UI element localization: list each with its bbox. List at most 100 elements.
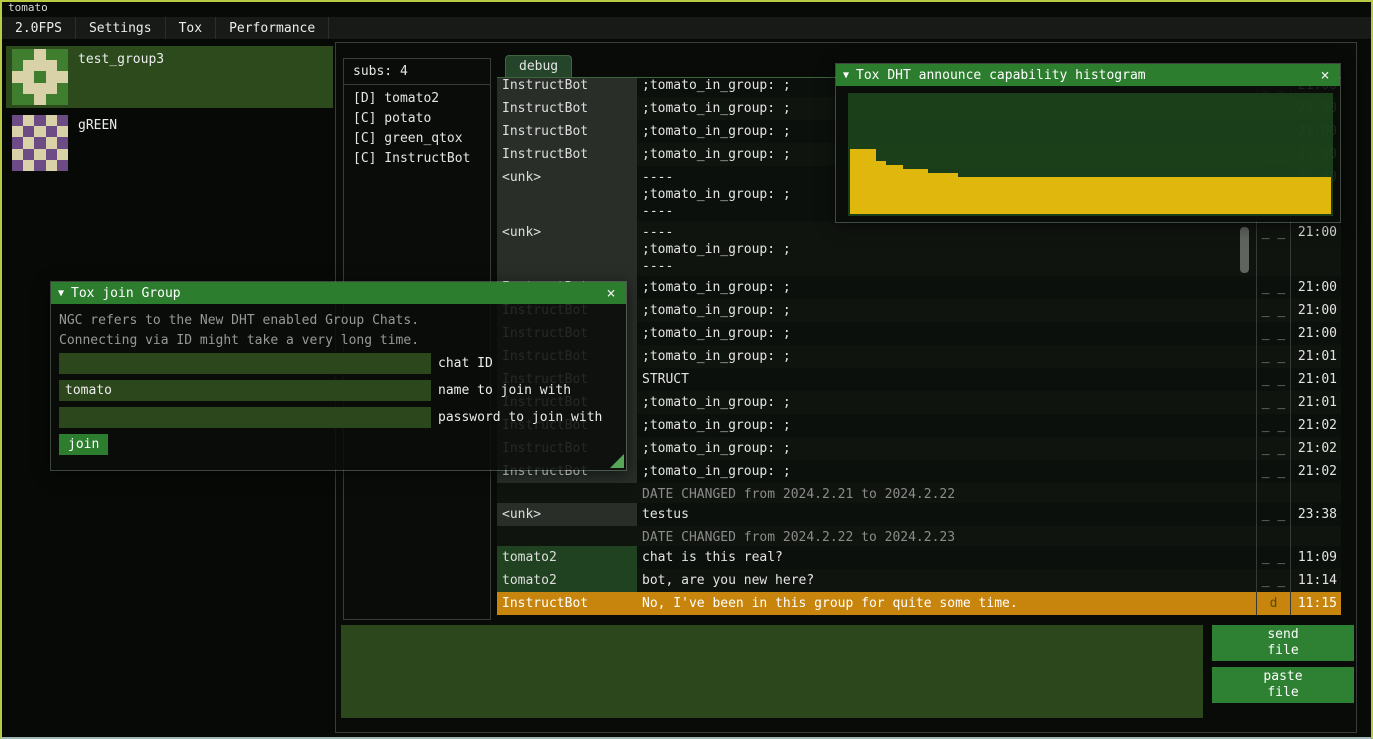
group-item-green[interactable]: gREEN (6, 112, 333, 174)
dht-histogram-plot (848, 93, 1333, 216)
group-avatar (12, 115, 68, 171)
date-separator-row[interactable]: DATE CHANGED from 2024.2.22 to 2024.2.23 (497, 526, 1341, 546)
message-flags: _ _ (1256, 569, 1291, 592)
message-line: testus (642, 506, 1256, 523)
message-flags: _ _ (1256, 546, 1291, 569)
message-text: ;tomato_in_group: ; (637, 299, 1256, 322)
subs-separator (344, 84, 490, 85)
join-field-label: password to join with (438, 410, 602, 425)
chat-message-row[interactable]: <unk>testus_ _23:38 (497, 503, 1341, 526)
message-line: STRUCT (642, 371, 1256, 388)
message-line: ;tomato_in_group: ; (642, 440, 1256, 457)
group-list: test_group3 gREEN (2, 46, 335, 174)
dht-histogram-titlebar[interactable]: ▼ Tox DHT announce capability histogram … (836, 64, 1340, 86)
message-text: ;tomato_in_group: ; (637, 345, 1256, 368)
message-line: ;tomato_in_group: ; (642, 279, 1256, 296)
join-field-label: name to join with (438, 383, 571, 398)
join-group-titlebar[interactable]: ▼ Tox join Group × (51, 282, 626, 304)
join-input-chat-id[interactable] (59, 353, 431, 374)
close-icon[interactable]: × (603, 284, 619, 302)
join-input-name-to-join-with[interactable]: tomato (59, 380, 431, 401)
subs-count-label: subs: 4 (353, 64, 408, 79)
group-item-test-group3[interactable]: test_group3 (6, 46, 333, 108)
message-line: No, I've been in this group for quite so… (642, 595, 1256, 612)
join-button[interactable]: join (59, 434, 108, 455)
join-info-line-1: NGC refers to the New DHT enabled Group … (59, 312, 419, 329)
dht-histogram-body (836, 86, 1340, 222)
member-item-c-green-qtox[interactable]: [C] green_qtox (344, 129, 490, 149)
menu-item-2-0fps[interactable]: 2.0FPS (2, 17, 76, 39)
message-flags: d (1256, 592, 1291, 615)
message-flags (1256, 526, 1291, 546)
message-time: 21:00 (1291, 299, 1341, 322)
close-icon[interactable]: × (1317, 66, 1333, 84)
message-flags: _ _ (1256, 345, 1291, 368)
join-fields: chat ID tomato name to join with password t… (59, 353, 602, 434)
message-flags: _ _ (1256, 322, 1291, 345)
dht-histogram-title: Tox DHT announce capability histogram (856, 68, 1146, 83)
chat-message-row[interactable]: tomato2chat is this real?_ _11:09 (497, 546, 1341, 569)
message-text: ;tomato_in_group: ; (637, 391, 1256, 414)
message-time: 21:02 (1291, 437, 1341, 460)
chat-scrollbar[interactable] (1240, 227, 1249, 273)
message-line: ;tomato_in_group: ; (642, 302, 1256, 319)
join-field-label: chat ID (438, 356, 493, 371)
join-group-window: ▼ Tox join Group × NGC refers to the New… (50, 281, 627, 471)
message-time: 21:01 (1291, 368, 1341, 391)
message-time: 23:38 (1291, 503, 1341, 526)
message-flags: _ _ (1256, 368, 1291, 391)
message-time: 21:01 (1291, 391, 1341, 414)
resize-grip[interactable] (610, 454, 624, 468)
message-flags: _ _ (1256, 460, 1291, 483)
menu-item-tox[interactable]: Tox (166, 17, 216, 39)
member-item-d-tomato2[interactable]: [D] tomato2 (344, 89, 490, 109)
message-line: ;tomato_in_group: ; (642, 394, 1256, 411)
menu-item-performance[interactable]: Performance (216, 17, 329, 39)
date-text: DATE CHANGED from 2024.2.22 to 2024.2.23 (637, 526, 1256, 546)
send-file-button[interactable]: send file (1212, 625, 1354, 661)
message-sender (497, 526, 637, 546)
message-time: 21:01 (1291, 345, 1341, 368)
collapse-icon[interactable]: ▼ (843, 70, 849, 81)
member-item-c-potato[interactable]: [C] potato (344, 109, 490, 129)
message-text: ;tomato_in_group: ; (637, 414, 1256, 437)
message-time (1291, 526, 1341, 546)
message-flags: _ _ (1256, 299, 1291, 322)
message-line: bot, are you new here? (642, 572, 1256, 589)
message-line: ;tomato_in_group: ; (642, 417, 1256, 434)
message-line: ;tomato_in_group: ; (642, 241, 1256, 258)
message-text: No, I've been in this group for quite so… (637, 592, 1256, 615)
message-text: chat is this real? (637, 546, 1256, 569)
member-item-c-instructbot[interactable]: [C] InstructBot (344, 149, 490, 169)
paste-file-button[interactable]: paste file (1212, 667, 1354, 703)
message-sender: <unk> (497, 166, 637, 221)
collapse-icon[interactable]: ▼ (58, 288, 64, 299)
message-sender: InstructBot (497, 97, 637, 120)
message-flags: _ _ (1256, 437, 1291, 460)
message-time (1291, 483, 1341, 503)
chat-message-row[interactable]: InstructBotNo, I've been in this group f… (497, 592, 1341, 615)
message-line: ;tomato_in_group: ; (642, 325, 1256, 342)
message-text: ----;tomato_in_group: ;---- (637, 221, 1256, 276)
menu-item-settings[interactable]: Settings (76, 17, 166, 39)
message-text: ;tomato_in_group: ; (637, 322, 1256, 345)
join-input-password-to-join-with[interactable] (59, 407, 431, 428)
message-text: STRUCT (637, 368, 1256, 391)
message-time: 11:15 (1291, 592, 1341, 615)
join-group-title: Tox join Group (71, 286, 181, 301)
message-sender: InstructBot (497, 143, 637, 166)
chat-message-row[interactable]: tomato2bot, are you new here?_ _11:14 (497, 569, 1341, 592)
message-time: 21:00 (1291, 276, 1341, 299)
message-input[interactable] (341, 625, 1203, 718)
tab-debug[interactable]: debug (505, 55, 572, 77)
dht-histogram-window: ▼ Tox DHT announce capability histogram … (835, 63, 1341, 223)
join-group-body: NGC refers to the New DHT enabled Group … (51, 304, 626, 470)
chat-message-row[interactable]: <unk>----;tomato_in_group: ;----_ _21:00 (497, 221, 1341, 276)
group-name: test_group3 (78, 52, 164, 108)
menu-bar: 2.0FPSSettingsToxPerformance (2, 17, 1371, 40)
date-separator-row[interactable]: DATE CHANGED from 2024.2.21 to 2024.2.22 (497, 483, 1341, 503)
message-text: ;tomato_in_group: ; (637, 437, 1256, 460)
message-line: ---- (642, 258, 1256, 275)
message-flags: _ _ (1256, 503, 1291, 526)
group-name: gREEN (78, 118, 117, 174)
